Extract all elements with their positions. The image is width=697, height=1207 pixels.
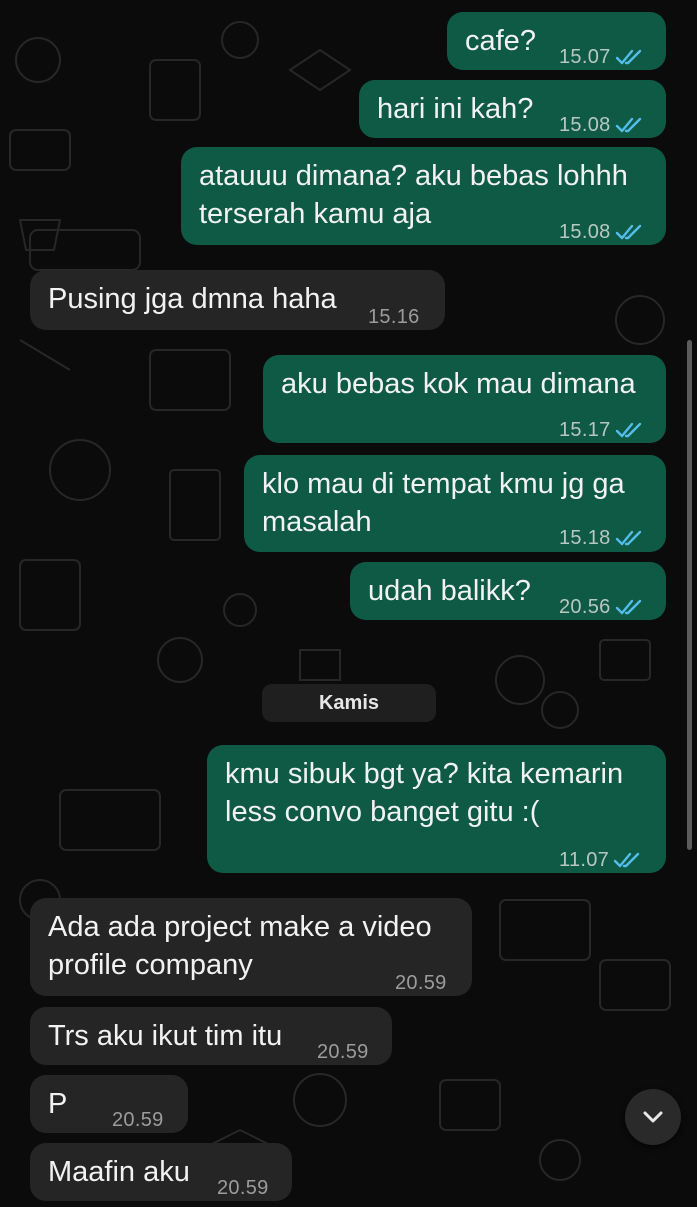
message-text-line: kmu sibuk bgt ya? kita kemarin — [225, 758, 624, 790]
message-time: 20.59 — [217, 1177, 269, 1199]
outgoing-message-bubble[interactable]: aku bebas kok mau dimana 15.17 — [263, 355, 666, 443]
message-time: 15.08 — [559, 221, 611, 243]
message-text-line: P — [48, 1088, 68, 1120]
message-text: udah balikk? — [368, 572, 531, 610]
message-text-line: Pusing jga dmna haha — [48, 283, 337, 315]
message-meta: 11.07 — [559, 841, 643, 879]
message-meta: 20.59 — [112, 1101, 164, 1139]
message-text-line: Trs aku ikut tim itu — [48, 1020, 283, 1052]
double-check-icon — [615, 422, 641, 438]
message-time: 20.59 — [112, 1109, 164, 1131]
message-text: hari ini kah? — [377, 90, 533, 128]
message-time: 15.18 — [559, 527, 611, 549]
message-text-line: cafe? — [465, 25, 536, 57]
message-text-line: klo mau di tempat kmu jg ga — [262, 468, 625, 500]
incoming-message-bubble[interactable]: P 20.59 — [30, 1075, 188, 1133]
outgoing-message-bubble[interactable]: atauuu dimana? aku bebas lohhh terserah k… — [181, 147, 666, 245]
outgoing-message-bubble[interactable]: kmu sibuk bgt ya? kita kemarin less convo… — [207, 745, 666, 873]
message-time: 15.17 — [559, 419, 611, 441]
message-text-line: less convo banget gitu :( — [225, 796, 540, 828]
message-time: 20.59 — [395, 972, 447, 994]
outgoing-message-bubble[interactable]: hari ini kah? 15.08 — [359, 80, 666, 138]
message-text: P — [48, 1085, 67, 1123]
message-meta: 15.08 — [559, 106, 645, 144]
double-check-icon — [613, 852, 640, 868]
message-text-line: hari ini kah? — [377, 93, 534, 125]
incoming-message-bubble[interactable]: Trs aku ikut tim itu 20.59 — [30, 1007, 392, 1065]
message-text: cafe? — [465, 22, 536, 60]
double-check-icon — [615, 530, 641, 546]
double-check-icon — [615, 224, 641, 240]
double-check-icon — [615, 599, 641, 615]
message-text: Pusing jga dmna haha — [48, 280, 337, 318]
message-text-line: udah balikk? — [368, 575, 531, 607]
message-meta: 20.56 — [559, 588, 645, 626]
message-text-line: Ada ada project make a video — [48, 911, 432, 943]
message-text-line: Maafin aku — [48, 1156, 190, 1188]
message-text: Trs aku ikut tim itu — [48, 1017, 282, 1055]
message-text-line: aku bebas kok mau dimana — [281, 368, 636, 400]
message-meta: 15.08 — [559, 213, 645, 251]
outgoing-message-bubble[interactable]: cafe? 15.07 — [447, 12, 666, 70]
outgoing-message-bubble[interactable]: klo mau di tempat kmu jg ga masalah 15.18 — [244, 455, 666, 552]
message-meta: 15.07 — [559, 38, 645, 76]
message-meta: 20.59 — [217, 1169, 269, 1207]
double-check-icon — [615, 117, 641, 133]
message-meta: 20.59 — [395, 964, 447, 1002]
message-meta: 20.59 — [317, 1033, 369, 1071]
message-text-line: profile company — [48, 949, 253, 981]
message-text: aku bebas kok mau dimana — [281, 365, 636, 403]
message-text: Ada ada project make a video profile comp… — [48, 908, 432, 984]
message-list: cafe? 15.07 hari ini kah? 15.08 atauuu diman… — [0, 0, 697, 1201]
message-time: 15.08 — [559, 114, 611, 136]
incoming-message-bubble[interactable]: Pusing jga dmna haha 15.16 — [30, 270, 445, 330]
double-check-icon — [615, 49, 641, 65]
message-meta: 15.16 — [368, 298, 420, 336]
message-time: 20.56 — [559, 596, 611, 618]
message-text-line: atauuu dimana? aku bebas lohhh — [199, 160, 628, 192]
incoming-message-bubble[interactable]: Maafin aku 20.59 — [30, 1143, 292, 1201]
outgoing-message-bubble[interactable]: udah balikk? 20.56 — [350, 562, 666, 620]
message-time: 11.07 — [559, 849, 610, 871]
incoming-message-bubble[interactable]: Ada ada project make a video profile comp… — [30, 898, 472, 996]
message-time: 15.07 — [559, 46, 611, 68]
message-meta: 15.18 — [559, 519, 645, 557]
message-text: Maafin aku — [48, 1153, 190, 1191]
message-text: kmu sibuk bgt ya? kita kemarin less convo… — [225, 755, 623, 831]
message-time: 15.16 — [368, 306, 420, 328]
message-time: 20.59 — [317, 1041, 369, 1063]
message-meta: 15.17 — [559, 411, 645, 449]
